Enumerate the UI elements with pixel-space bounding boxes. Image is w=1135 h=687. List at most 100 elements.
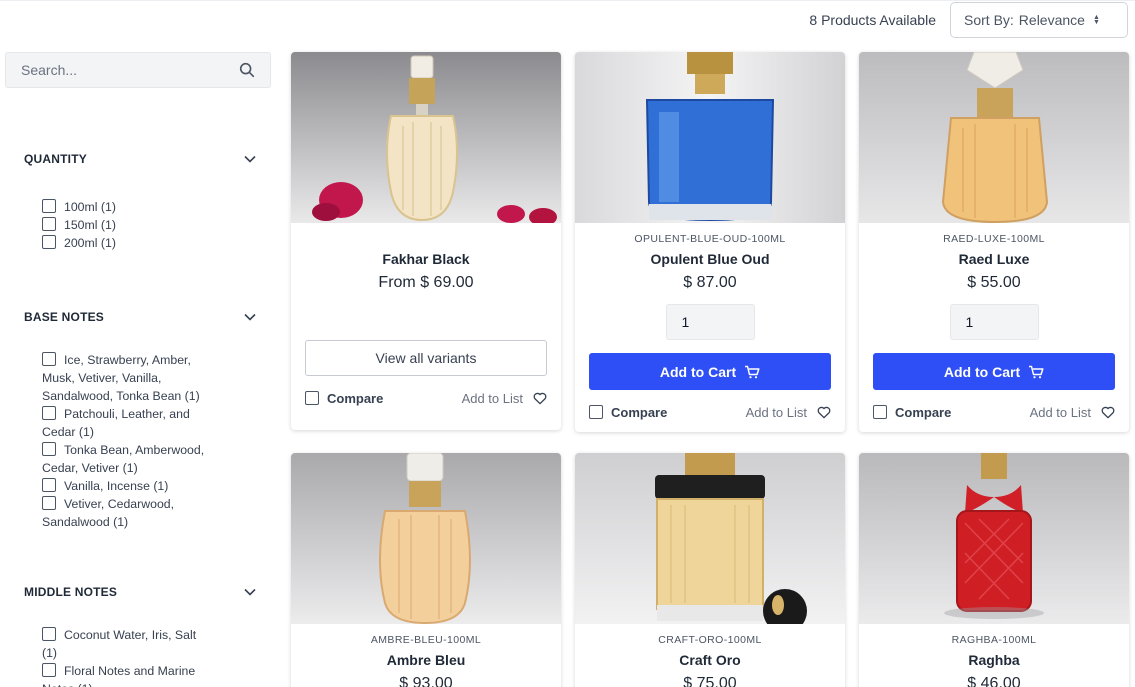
- filter-title: QUANTITY: [24, 152, 87, 166]
- filter-option-label: Ice, Strawberry, Amber, Musk, Vetiver, V…: [42, 353, 200, 403]
- compare-label: Compare: [611, 404, 668, 420]
- filter-middle-notes: MIDDLE NOTES Coconut Water, Iris, Salt (…: [24, 584, 258, 687]
- compare-checkbox[interactable]: [305, 391, 319, 405]
- add-to-list-button[interactable]: Add to List: [462, 391, 547, 406]
- top-divider: [0, 0, 1135, 1]
- add-to-cart-button[interactable]: Add to Cart: [589, 353, 831, 390]
- filter-header-quantity[interactable]: QUANTITY: [24, 151, 258, 167]
- filter-header-base-notes[interactable]: BASE NOTES: [24, 309, 258, 325]
- product-sku: AMBRE-BLEU-100ML: [370, 634, 482, 646]
- product-image[interactable]: [291, 52, 561, 223]
- filter-option-label: Coconut Water, Iris, Salt (1): [42, 628, 197, 660]
- product-sku: OPULENT-BLUE-OUD-100ML: [634, 233, 786, 245]
- filter-option-label: Tonka Bean, Amberwood, Cedar, Vetiver (1…: [42, 443, 205, 475]
- filter-option[interactable]: Coconut Water, Iris, Salt (1): [42, 626, 214, 662]
- cart-icon: [745, 365, 760, 378]
- filter-option-label: Vanilla, Incense (1): [64, 479, 169, 493]
- product-name[interactable]: Opulent Blue Oud: [575, 250, 845, 268]
- filter-option[interactable]: Floral Notes and Marine Notes (1): [42, 662, 214, 687]
- add-to-list-button[interactable]: Add to List: [1030, 405, 1115, 420]
- filter-option-label: 150ml (1): [64, 218, 116, 232]
- checkbox[interactable]: [42, 199, 56, 213]
- checkbox[interactable]: [42, 663, 56, 677]
- compare-toggle[interactable]: Compare: [873, 405, 951, 420]
- filter-option[interactable]: 100ml (1): [42, 198, 258, 216]
- compare-toggle[interactable]: Compare: [589, 405, 667, 420]
- filter-option[interactable]: Ice, Strawberry, Amber, Musk, Vetiver, V…: [42, 351, 214, 405]
- product-image[interactable]: [575, 52, 845, 223]
- sort-arrows-icon: ▲ ▼: [1092, 14, 1100, 26]
- product-price: From $ 69.00: [378, 274, 474, 291]
- product-name[interactable]: Fakhar Black: [291, 250, 561, 268]
- compare-label: Compare: [895, 404, 952, 420]
- checkbox[interactable]: [42, 406, 56, 420]
- perfume-bottle-image: [859, 52, 1129, 223]
- quantity-input[interactable]: [949, 304, 1039, 340]
- product-sku: RAED-LUXE-100ML: [943, 233, 1045, 245]
- sort-label: Sort By:: [964, 12, 1014, 28]
- filter-quantity: QUANTITY 100ml (1) 150ml (1) 200ml (1): [24, 151, 258, 252]
- filter-option[interactable]: 150ml (1): [42, 216, 258, 234]
- perfume-bottle-image: [575, 453, 845, 624]
- checkbox[interactable]: [42, 235, 56, 249]
- checkbox[interactable]: [42, 496, 56, 510]
- checkbox[interactable]: [42, 627, 56, 641]
- product-image[interactable]: [291, 453, 561, 624]
- product-card: Fakhar Black From $ 69.00 View all varia…: [291, 52, 561, 430]
- checkbox[interactable]: [42, 442, 56, 456]
- view-all-variants-button[interactable]: View all variants: [305, 340, 547, 376]
- product-price: $ 55.00: [967, 274, 1021, 291]
- product-name[interactable]: Raed Luxe: [859, 250, 1129, 268]
- heart-icon: [1101, 406, 1115, 418]
- heart-icon: [817, 406, 831, 418]
- product-name[interactable]: Ambre Bleu: [291, 651, 561, 669]
- add-to-cart-label: Add to Cart: [943, 363, 1021, 380]
- add-to-cart-button[interactable]: Add to Cart: [873, 353, 1115, 390]
- filter-option[interactable]: Tonka Bean, Amberwood, Cedar, Vetiver (1…: [42, 441, 214, 477]
- chevron-down-icon[interactable]: [244, 588, 256, 596]
- filter-header-middle-notes[interactable]: MIDDLE NOTES: [24, 584, 258, 600]
- sort-dropdown[interactable]: Sort By: Relevance ▲ ▼: [950, 2, 1128, 38]
- heart-icon: [533, 392, 547, 404]
- chevron-down-icon[interactable]: [244, 155, 256, 163]
- compare-checkbox[interactable]: [873, 405, 887, 419]
- checkbox[interactable]: [42, 217, 56, 231]
- add-to-list-label: Add to List: [1029, 404, 1091, 420]
- chevron-down-icon[interactable]: [244, 313, 256, 321]
- product-sku: RAGHBA-100ML: [951, 634, 1037, 646]
- products-count: 8 Products Available: [809, 12, 936, 28]
- perfume-bottle-image: [291, 453, 561, 624]
- compare-checkbox[interactable]: [589, 405, 603, 419]
- filter-option[interactable]: Vetiver, Cedarwood, Sandalwood (1): [42, 495, 214, 531]
- filter-title: MIDDLE NOTES: [24, 585, 118, 599]
- product-price: $ 87.00: [683, 274, 737, 291]
- product-image[interactable]: [575, 453, 845, 624]
- checkbox[interactable]: [42, 478, 56, 492]
- search-box: [5, 52, 271, 88]
- product-sku: CRAFT-ORO-100ML: [658, 634, 762, 646]
- product-image[interactable]: [859, 52, 1129, 223]
- filter-option[interactable]: Vanilla, Incense (1): [42, 477, 214, 495]
- compare-label: Compare: [327, 390, 384, 406]
- product-name[interactable]: Raghba: [859, 651, 1129, 669]
- product-name[interactable]: Craft Oro: [575, 651, 845, 669]
- filter-title: BASE NOTES: [24, 310, 105, 324]
- product-price: $ 75.00: [683, 675, 737, 687]
- product-card: RAGHBA-100ML Raghba $ 46.00: [859, 453, 1129, 687]
- search-icon[interactable]: [238, 61, 256, 79]
- filter-option[interactable]: Patchouli, Leather, and Cedar (1): [42, 405, 214, 441]
- product-sku: [291, 232, 561, 246]
- filter-base-notes: BASE NOTES Ice, Strawberry, Amber, Musk,…: [24, 309, 258, 531]
- compare-toggle[interactable]: Compare: [305, 391, 383, 406]
- sort-value: Relevance: [1018, 12, 1085, 28]
- add-to-list-button[interactable]: Add to List: [746, 405, 831, 420]
- filter-option[interactable]: 200ml (1): [42, 234, 258, 252]
- filter-option-label: 200ml (1): [64, 236, 116, 250]
- search-input[interactable]: [21, 62, 238, 78]
- product-card: AMBRE-BLEU-100ML Ambre Bleu $ 93.00: [291, 453, 561, 687]
- product-card: CRAFT-ORO-100ML Craft Oro $ 75.00: [575, 453, 845, 687]
- checkbox[interactable]: [42, 352, 56, 366]
- quantity-input[interactable]: [665, 304, 755, 340]
- add-to-list-label: Add to List: [745, 404, 807, 420]
- product-image[interactable]: [859, 453, 1129, 624]
